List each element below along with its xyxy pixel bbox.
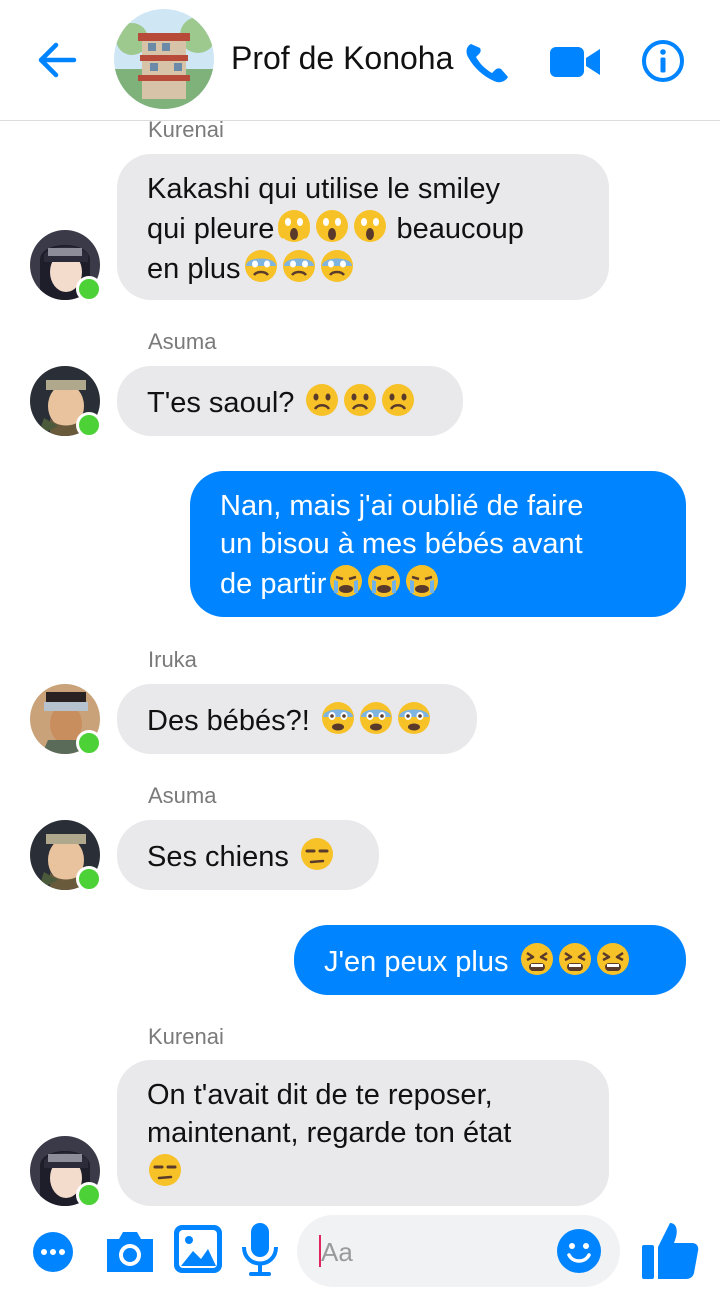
message-text: Kakashi qui utilise le smiley qui pleure… xyxy=(147,173,524,285)
online-status-dot xyxy=(76,730,102,756)
avatar-asuma[interactable] xyxy=(30,820,102,892)
message-bubble-incoming[interactable]: Des bébés?! xyxy=(117,684,477,754)
video-call-icon[interactable] xyxy=(549,44,601,80)
phone-icon[interactable] xyxy=(462,38,514,86)
sender-name: Kurenai xyxy=(148,1024,224,1049)
gallery-icon[interactable] xyxy=(172,1223,224,1280)
message-text: Ses chiens xyxy=(147,836,335,876)
message-text: On t'avait dit de te reposer, maintenant… xyxy=(147,1076,511,1192)
sender-name: Iruka xyxy=(148,647,197,672)
like-thumb-icon[interactable] xyxy=(640,1219,700,1286)
message-bubble-incoming[interactable]: Ses chiens xyxy=(117,820,379,890)
message-list[interactable]: Kurenai Kakashi qui utilise le smiley qu… xyxy=(0,121,720,1207)
unamused-face-icon xyxy=(297,838,335,873)
message-bubble-incoming[interactable]: T'es saoul? xyxy=(117,366,463,436)
message-text: Nan, mais j'ai oublié de faire un bisou … xyxy=(220,490,584,600)
anxious-face-icon xyxy=(241,250,355,285)
back-arrow-icon[interactable] xyxy=(34,40,80,80)
message-input[interactable]: Aa xyxy=(297,1215,620,1287)
crying-face-icon xyxy=(326,565,440,600)
message-bubble-outgoing[interactable]: Nan, mais j'ai oublié de faire un bisou … xyxy=(190,471,686,617)
message-text: T'es saoul? xyxy=(147,382,416,422)
screaming-face-icon xyxy=(274,210,388,245)
avatar-asuma[interactable] xyxy=(30,366,102,438)
microphone-icon[interactable] xyxy=(240,1221,280,1284)
online-status-dot xyxy=(76,866,102,892)
avatar-kurenai[interactable] xyxy=(30,230,102,302)
online-status-dot xyxy=(76,412,102,438)
info-icon[interactable] xyxy=(640,38,686,84)
camera-icon[interactable] xyxy=(103,1227,157,1280)
tired-face-icon xyxy=(517,943,631,978)
sender-name: Asuma xyxy=(148,329,217,354)
more-icon[interactable] xyxy=(32,1231,74,1278)
conversation-header: Prof de Konoha xyxy=(0,0,720,121)
unamused-face-icon xyxy=(147,1154,183,1189)
message-bubble-incoming[interactable]: On t'avait dit de te reposer, maintenant… xyxy=(117,1060,609,1206)
avatar-iruka[interactable] xyxy=(30,684,102,756)
group-avatar[interactable] xyxy=(114,9,214,109)
online-status-dot xyxy=(76,276,102,302)
sender-name: Kurenai xyxy=(148,121,224,142)
message-bubble-incoming[interactable]: Kakashi qui utilise le smiley qui pleure… xyxy=(117,154,609,300)
worried-face-icon xyxy=(302,384,416,419)
sender-name: Asuma xyxy=(148,783,217,808)
message-text: J'en peux plus xyxy=(324,941,631,981)
input-placeholder: Aa xyxy=(321,1237,353,1267)
fearful-face-icon xyxy=(318,702,432,737)
online-status-dot xyxy=(76,1182,102,1207)
message-bubble-outgoing[interactable]: J'en peux plus xyxy=(294,925,686,995)
composer-bar: Aa xyxy=(0,1207,720,1294)
conversation-title: Prof de Konoha xyxy=(231,40,454,76)
message-text: Des bébés?! xyxy=(147,700,432,740)
emoji-icon[interactable] xyxy=(555,1227,603,1280)
avatar-kurenai[interactable] xyxy=(30,1136,102,1207)
